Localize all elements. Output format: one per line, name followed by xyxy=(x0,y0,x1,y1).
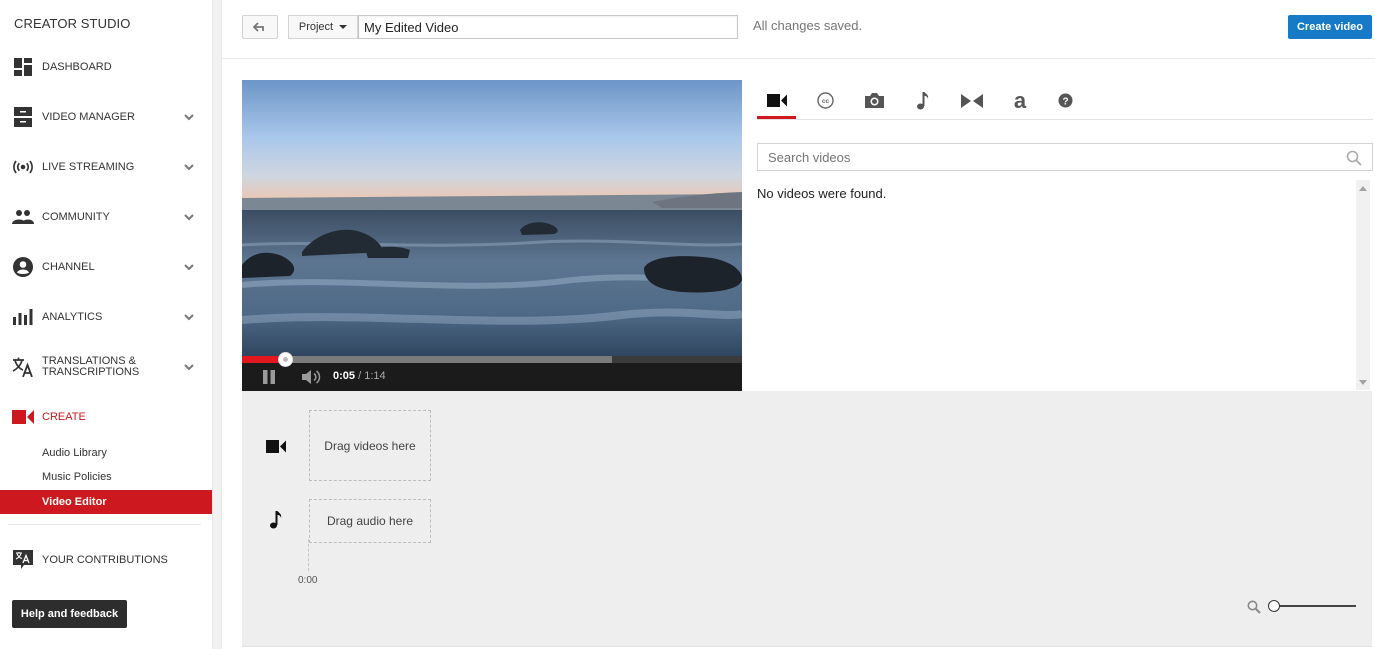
video-track-icon xyxy=(264,436,288,456)
sidebar-subitem-audio-library[interactable]: Audio Library xyxy=(0,442,212,464)
sidebar-item-label: COMMUNITY xyxy=(42,210,110,223)
caret-down-icon xyxy=(339,25,348,29)
chevron-down-icon[interactable] xyxy=(183,311,195,323)
volume-icon[interactable] xyxy=(302,370,322,384)
tab-videos[interactable] xyxy=(757,84,797,119)
time-separator: / xyxy=(355,370,365,382)
chevron-down-icon[interactable] xyxy=(183,111,195,123)
timeline-start-time: 0:00 xyxy=(298,575,318,586)
save-status: All changes saved. xyxy=(753,18,863,33)
timeline-editor: Drag videos here Drag audio here 0:00 xyxy=(242,391,1372,647)
chevron-down-icon[interactable] xyxy=(183,261,195,273)
current-time: 0:05 xyxy=(333,370,356,382)
sidebar-item-label: LIVE STREAMING xyxy=(42,160,135,173)
video-drop-zone[interactable]: Drag videos here xyxy=(309,410,431,481)
analytics-icon xyxy=(12,307,34,327)
sidebar-item-label: CREATE xyxy=(42,410,86,423)
zoom-magnifier-icon xyxy=(1247,600,1261,614)
create-video-button[interactable]: Create video xyxy=(1288,15,1372,39)
progress-bar[interactable] xyxy=(242,352,742,367)
tab-help[interactable]: ? xyxy=(1045,84,1085,117)
help-feedback-button[interactable]: Help and feedback xyxy=(12,600,127,628)
results-scrollbar[interactable] xyxy=(1356,180,1370,390)
sidebar-item-community[interactable]: COMMUNITY xyxy=(0,199,212,235)
duration: 1:14 xyxy=(364,370,386,382)
sidebar-subitem-music-policies[interactable]: Music Policies xyxy=(0,466,212,488)
sidebar-item-label: ANALYTICS xyxy=(42,310,103,323)
audio-drop-zone[interactable]: Drag audio here xyxy=(309,499,431,543)
sidebar-item-live-streaming[interactable]: LIVE STREAMING xyxy=(0,149,212,185)
sidebar-item-label: VIDEO MANAGER xyxy=(42,110,135,123)
project-menu-button[interactable]: Project xyxy=(288,15,358,39)
channel-icon xyxy=(12,257,34,277)
project-menu-label: Project xyxy=(298,21,334,33)
timeline-start-tick xyxy=(308,539,309,571)
dashboard-icon xyxy=(12,57,34,77)
back-arrow-icon xyxy=(253,22,264,32)
music-note-icon xyxy=(917,91,929,109)
pause-icon[interactable] xyxy=(262,370,276,384)
search-results: No videos were found. xyxy=(757,180,1355,390)
search-icon[interactable] xyxy=(1346,150,1362,166)
sidebar-item-analytics[interactable]: ANALYTICS xyxy=(0,299,212,335)
tab-audio[interactable] xyxy=(903,84,943,117)
camera-icon xyxy=(864,93,884,108)
project-title-input[interactable] xyxy=(358,15,738,39)
zoom-slider-track xyxy=(1274,605,1356,607)
cc-icon: cc xyxy=(816,92,834,109)
sidebar: CREATOR STUDIO DASHBOARD VIDEO MANAGER L… xyxy=(0,0,212,649)
transitions-icon xyxy=(961,93,983,108)
live-streaming-icon xyxy=(12,157,34,177)
translate-icon xyxy=(12,357,34,377)
help-icon: ? xyxy=(1058,93,1072,108)
scroll-down-arrow-icon[interactable] xyxy=(1359,380,1367,385)
sidebar-divider xyxy=(8,524,201,525)
search-box xyxy=(757,143,1373,171)
video-player[interactable]: 0:05 / 1:14 xyxy=(242,80,742,391)
chevron-down-icon[interactable] xyxy=(183,211,195,223)
text-icon: a xyxy=(1014,92,1027,110)
tab-captions[interactable]: cc xyxy=(805,84,845,117)
sidebar-subitem-video-editor[interactable]: Video Editor xyxy=(0,490,212,514)
search-videos-input[interactable] xyxy=(758,144,1328,170)
sidebar-item-channel[interactable]: CHANNEL xyxy=(0,249,212,285)
sidebar-item-video-manager[interactable]: VIDEO MANAGER xyxy=(0,99,212,135)
audio-track-icon xyxy=(264,510,288,530)
svg-text:cc: cc xyxy=(821,98,829,105)
playback-time: 0:05 / 1:14 xyxy=(333,370,386,382)
sidebar-item-your-contributions[interactable]: YOUR CONTRIBUTIONS xyxy=(0,542,212,578)
svg-text:a: a xyxy=(1014,92,1027,110)
video-manager-icon xyxy=(12,107,34,127)
video-camera-icon xyxy=(767,94,787,107)
sidebar-item-label: TRANSLATIONS & TRANSCRIPTIONS xyxy=(42,356,139,378)
back-button[interactable] xyxy=(242,15,278,39)
svg-text:?: ? xyxy=(1062,96,1068,107)
sidebar-gutter xyxy=(212,0,222,649)
chevron-down-icon[interactable] xyxy=(183,361,195,373)
chevron-down-icon[interactable] xyxy=(183,161,195,173)
tab-text[interactable]: a xyxy=(1000,84,1040,117)
timeline-zoom-slider[interactable] xyxy=(1268,599,1356,613)
brand-title: CREATOR STUDIO xyxy=(14,16,131,31)
progress-buffered xyxy=(242,356,612,363)
sidebar-item-label: YOUR CONTRIBUTIONS xyxy=(42,553,168,566)
empty-results-message: No videos were found. xyxy=(757,186,887,201)
create-camera-icon xyxy=(12,407,34,427)
player-controls: 0:05 / 1:14 xyxy=(242,363,742,391)
video-preview-frame xyxy=(242,80,742,356)
sidebar-item-label: DASHBOARD xyxy=(42,60,112,73)
community-icon xyxy=(12,207,34,227)
label-line-2: TRANSCRIPTIONS xyxy=(42,366,140,378)
sidebar-item-translations[interactable]: TRANSLATIONS & TRANSCRIPTIONS xyxy=(0,349,212,385)
sidebar-item-create[interactable]: CREATE xyxy=(0,399,212,435)
scroll-up-arrow-icon[interactable] xyxy=(1359,186,1367,191)
tab-photos[interactable] xyxy=(854,84,894,117)
editor-topbar: Project All changes saved. Create video xyxy=(222,0,1375,59)
media-tabs: cc a ? xyxy=(757,80,1373,120)
zoom-slider-knob[interactable] xyxy=(1268,600,1280,612)
contributions-icon xyxy=(12,550,34,570)
tab-transitions[interactable] xyxy=(952,84,992,117)
sidebar-item-dashboard[interactable]: DASHBOARD xyxy=(0,49,212,85)
sidebar-item-label: CHANNEL xyxy=(42,260,95,273)
